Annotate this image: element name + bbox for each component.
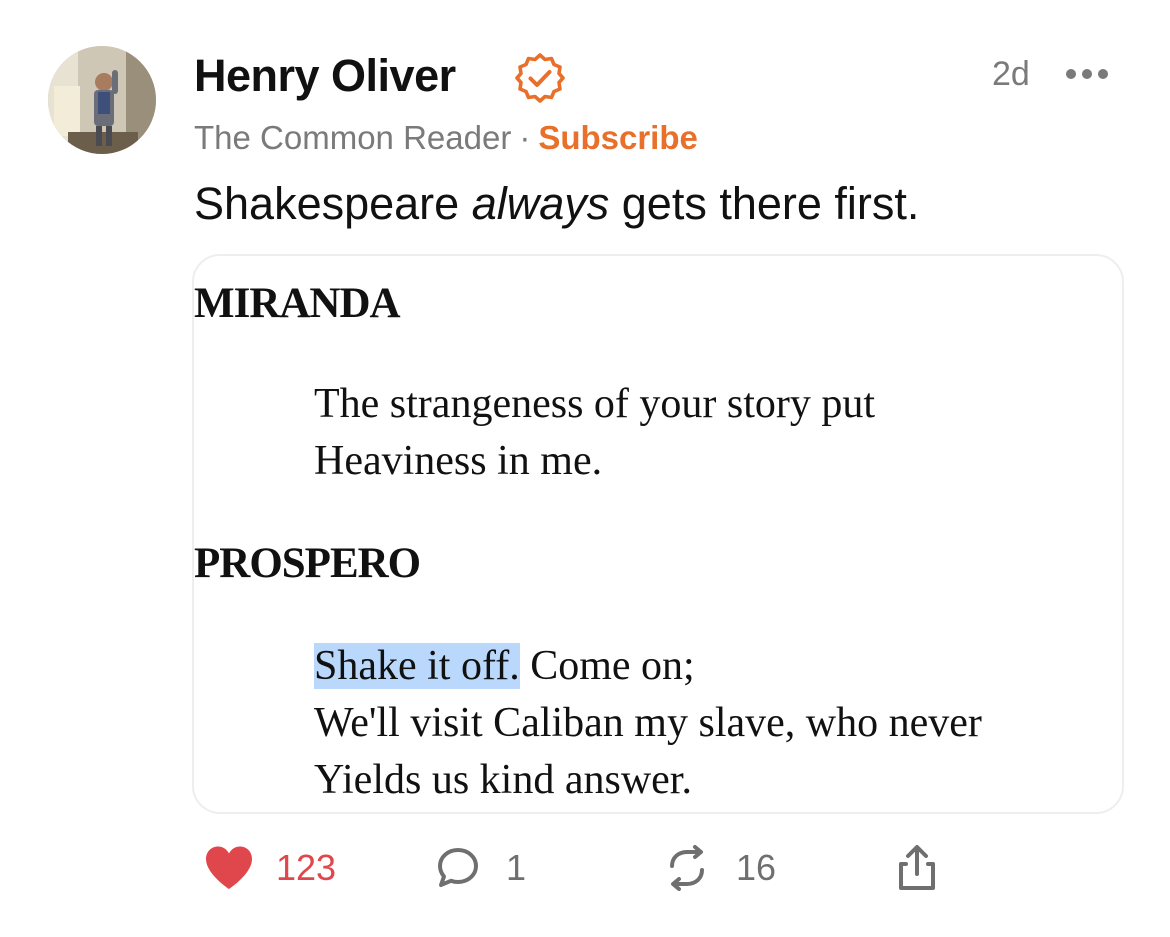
like-button[interactable]: 123: [204, 838, 336, 898]
post-text-emphasis: always: [471, 178, 610, 229]
avatar-image: [48, 46, 156, 154]
speaker-prospero: PROSPERO: [194, 540, 421, 587]
comment-count: 1: [506, 847, 527, 888]
post-time: 2d: [992, 55, 1030, 93]
verified-badge-icon: [515, 53, 565, 103]
post-text-start: Shakespeare: [194, 178, 472, 229]
share-icon: [899, 845, 935, 890]
author-name[interactable]: Henry Oliver: [194, 46, 456, 106]
restack-count: 16: [736, 847, 777, 888]
publication-line: The Common Reader · Subscribe: [194, 116, 698, 160]
publication-name[interactable]: The Common Reader: [194, 119, 511, 156]
author-avatar[interactable]: [48, 46, 156, 154]
highlighted-text: Shake it off.: [314, 643, 520, 689]
prospero-line-1: Shake it off. Come on;: [314, 638, 695, 694]
comment-button[interactable]: 1: [436, 838, 526, 898]
post-body: Shakespeare always gets there first.: [194, 176, 919, 232]
more-dots-icon[interactable]: [1064, 62, 1110, 86]
share-button[interactable]: [896, 838, 938, 898]
heart-icon: [206, 846, 252, 889]
like-count: 123: [276, 847, 337, 888]
miranda-line-2: Heaviness in me.: [314, 438, 603, 484]
separator: ·: [519, 119, 531, 156]
miranda-line-1: The strangeness of your story put: [314, 381, 876, 427]
restack-button[interactable]: 16: [664, 838, 776, 898]
comment-bubble-icon: [438, 848, 478, 887]
restack-icon: [670, 845, 704, 891]
speaker-miranda: MIRANDA: [194, 280, 401, 327]
subscribe-link[interactable]: Subscribe: [538, 119, 698, 156]
prospero-line-3: Yields us kind answer.: [314, 757, 692, 803]
prospero-line-2: We'll visit Caliban my slave, who never: [314, 700, 982, 746]
quote-image-card[interactable]: MIRANDA The strangeness of your story pu…: [192, 254, 1124, 814]
prospero-line-1-rest: Come on;: [519, 643, 695, 689]
action-bar: 123 1 16: [0, 838, 1170, 898]
post-text-end: gets there first.: [609, 178, 920, 229]
